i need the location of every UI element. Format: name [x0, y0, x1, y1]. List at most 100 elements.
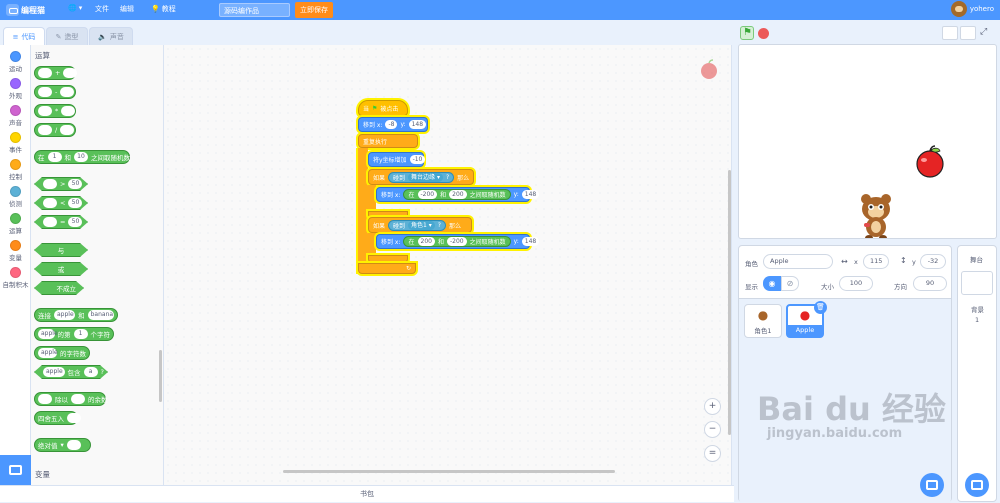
stop-button[interactable]: [758, 28, 769, 39]
set-y-input-2[interactable]: 148: [521, 237, 540, 246]
change-y-block[interactable]: 将y坐标增加 -10: [368, 152, 426, 167]
random-a[interactable]: 1: [47, 152, 62, 162]
subtract-block[interactable]: -: [34, 85, 76, 99]
set-xy-random-block-2[interactable]: 移到 x: 在 200 和 -200 之间取随机数 y: 148: [376, 234, 540, 249]
contains-b[interactable]: a: [84, 367, 98, 377]
length-block[interactable]: apple 的字符数: [34, 346, 90, 360]
bear-sprite[interactable]: [859, 193, 893, 239]
category-3[interactable]: 事件: [0, 132, 31, 154]
slot[interactable]: [43, 217, 57, 227]
slot[interactable]: [38, 106, 52, 116]
tutorial-menu[interactable]: 💡 教程: [151, 4, 176, 14]
large-stage-button[interactable]: [960, 26, 976, 40]
lt-value[interactable]: 50: [68, 198, 82, 208]
if-sprite-block[interactable]: 如果 碰到 角色1 ▾? 那么: [368, 217, 472, 233]
set-xy-random-block-1[interactable]: 移到 x: 在 -200 和 200 之间取随机数 y: 148: [376, 187, 540, 202]
category-1[interactable]: 外观: [0, 78, 31, 100]
add-sprite-button[interactable]: [920, 473, 944, 497]
contains-block[interactable]: apple 包含 a?: [34, 365, 108, 379]
direction-input[interactable]: 90: [913, 276, 947, 291]
brand-logo[interactable]: 编程猫: [6, 3, 54, 17]
mod-block[interactable]: 除以 的余数: [34, 392, 108, 406]
touching-sprite-menu[interactable]: 角色1 ▾: [408, 220, 435, 230]
category-7[interactable]: 变量: [0, 240, 31, 262]
slot[interactable]: [38, 125, 52, 135]
x-input[interactable]: 115: [863, 254, 889, 269]
gt-value[interactable]: 50: [68, 179, 82, 189]
join-block[interactable]: 连接 apple 和 banana: [34, 308, 118, 322]
math-function-block[interactable]: 绝对值 ▾: [34, 438, 91, 452]
random-reporter-2[interactable]: 在 200 和 -200 之间取随机数: [403, 236, 511, 247]
slot[interactable]: [60, 87, 75, 97]
length-a[interactable]: apple: [38, 348, 58, 358]
touching-edge-block[interactable]: 碰到 舞台边缘 ▾?: [388, 171, 455, 183]
palette-scrollbar[interactable]: [159, 350, 162, 402]
show-visible-button[interactable]: ◉: [763, 276, 781, 291]
contains-a[interactable]: apple: [43, 367, 65, 377]
divide-block[interactable]: /: [34, 123, 76, 137]
file-menu[interactable]: 文件: [95, 4, 109, 14]
language-menu[interactable]: 🌐 ▾: [68, 4, 82, 12]
add-block[interactable]: +: [34, 66, 78, 80]
workspace-hscrollbar[interactable]: [283, 470, 615, 473]
category-6[interactable]: 运算: [0, 213, 31, 235]
show-hidden-button[interactable]: ⊘: [781, 276, 799, 291]
category-5[interactable]: 侦测: [0, 186, 31, 208]
category-8[interactable]: 自制积木: [0, 267, 31, 289]
letter-n[interactable]: 1: [73, 329, 88, 339]
goto-x-input[interactable]: -8: [385, 120, 398, 129]
size-input[interactable]: 100: [839, 276, 873, 291]
stage-select-panel[interactable]: 舞台 背景 1: [957, 245, 997, 502]
if-edge-block[interactable]: 如果 碰到 舞台边缘 ▾? 那么: [368, 169, 474, 185]
tab-code[interactable]: ≡ 代码: [3, 27, 45, 46]
multiply-block[interactable]: *: [34, 104, 76, 118]
edit-menu[interactable]: 编辑: [120, 4, 134, 14]
or-block[interactable]: 或: [34, 262, 88, 276]
sprite-name-input[interactable]: Apple: [763, 254, 833, 269]
sprite-thumb-apple[interactable]: ● Apple 🗑: [786, 301, 827, 338]
tab-sound[interactable]: 🔈 声音: [89, 27, 133, 45]
sprite-thumb-1[interactable]: ● 角色1: [744, 304, 782, 338]
touching-edge-menu[interactable]: 舞台边缘 ▾: [408, 172, 443, 182]
equals-block[interactable]: = 50: [34, 215, 88, 229]
slot[interactable]: [38, 68, 52, 78]
touching-sprite-block[interactable]: 碰到 角色1 ▾?: [388, 219, 446, 231]
slot[interactable]: [71, 394, 85, 404]
category-0[interactable]: 运动: [0, 51, 31, 73]
code-workspace[interactable]: 当 ⚑ 被点击 移到 x: -8 y: 148 重复执行 将y坐标增加 -10 如果 碰到 舞台…: [164, 45, 732, 485]
zoom-reset-button[interactable]: =: [704, 445, 721, 462]
y-input[interactable]: -32: [920, 254, 946, 269]
rand1-b[interactable]: 200: [449, 190, 467, 199]
random-block[interactable]: 在 1 和 10 之间取随机数: [34, 150, 130, 164]
not-block[interactable]: 不成立: [34, 281, 84, 295]
backpack[interactable]: 书包: [0, 485, 734, 502]
slot[interactable]: [63, 68, 78, 78]
slot[interactable]: [43, 198, 57, 208]
small-stage-button[interactable]: [942, 26, 958, 40]
change-y-input[interactable]: -10: [409, 155, 426, 164]
less-than-block[interactable]: <50: [34, 196, 88, 210]
project-title-input[interactable]: 源码编作品: [219, 3, 290, 17]
join-b[interactable]: banana: [87, 310, 114, 320]
goto-y-input[interactable]: 148: [408, 120, 427, 129]
apple-sprite[interactable]: [912, 143, 948, 179]
and-block[interactable]: 与: [34, 243, 88, 257]
fullscreen-button[interactable]: ⤢: [980, 26, 996, 40]
goto-xy-block[interactable]: 移到 x: -8 y: 148: [358, 117, 428, 132]
random-reporter-1[interactable]: 在 -200 和 200 之间取随机数: [403, 189, 511, 200]
stage-canvas[interactable]: [738, 44, 997, 239]
slot[interactable]: [61, 106, 76, 116]
when-flag-clicked-block[interactable]: 当 ⚑ 被点击: [358, 100, 408, 116]
forever-block[interactable]: 重复执行: [358, 134, 418, 148]
tab-costume[interactable]: ✎ 造型: [46, 27, 88, 45]
join-a[interactable]: apple: [54, 310, 76, 320]
add-extension-button[interactable]: [0, 455, 31, 485]
slot[interactable]: [60, 125, 75, 135]
rand2-a[interactable]: 200: [417, 237, 435, 246]
greater-than-block[interactable]: >50: [34, 177, 88, 191]
save-button[interactable]: 立即保存: [295, 2, 333, 18]
backdrop-thumb[interactable]: [961, 271, 993, 295]
set-y-input-1[interactable]: 148: [521, 190, 540, 199]
category-4[interactable]: 控制: [0, 159, 31, 181]
delete-sprite-button[interactable]: 🗑: [814, 301, 827, 314]
